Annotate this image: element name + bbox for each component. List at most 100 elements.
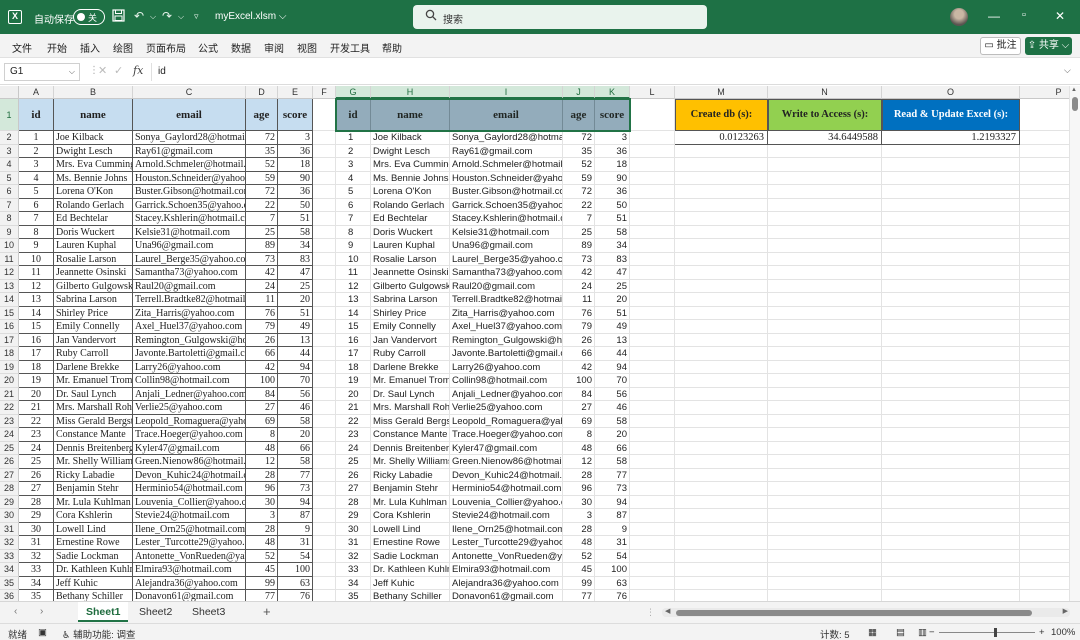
empty-cell[interactable] [630, 428, 675, 442]
table1-cell-name[interactable]: Benjamin Stehr [54, 482, 133, 496]
table2-cell-id[interactable]: 12 [336, 279, 371, 293]
table1-cell-score[interactable]: 76 [278, 590, 313, 601]
table2-cell-age[interactable]: 22 [563, 198, 595, 212]
table1-cell-id[interactable]: 7 [19, 212, 54, 226]
table1-cell-id[interactable]: 22 [19, 414, 54, 428]
empty-cell[interactable] [882, 266, 1020, 280]
table1-cell-id[interactable]: 11 [19, 266, 54, 280]
table2-cell-score[interactable]: 47 [595, 266, 630, 280]
empty-cell[interactable] [630, 576, 675, 590]
table1-cell-email[interactable]: Stacey.Kshlerin@hotmail.com [133, 212, 246, 226]
table2-cell-name[interactable]: Ms. Bennie Johns [371, 171, 450, 185]
empty-cell[interactable] [768, 563, 882, 577]
column-header-a[interactable]: A [19, 86, 54, 99]
table2-cell-age[interactable]: 100 [563, 374, 595, 388]
table2-cell-name[interactable]: Ed Bechtelar [371, 212, 450, 226]
empty-cell[interactable] [882, 374, 1020, 388]
table1-cell-age[interactable]: 73 [246, 252, 278, 266]
empty-cell[interactable] [1020, 347, 1069, 361]
table2-cell-id[interactable]: 32 [336, 549, 371, 563]
empty-cell[interactable] [313, 198, 336, 212]
empty-cell[interactable] [1020, 280, 1069, 293]
table1-cell-email[interactable]: Javonte.Bartoletti@gmail.com [133, 347, 246, 361]
row-header-6[interactable]: 6 [0, 185, 19, 199]
table2-cell-id[interactable]: 31 [336, 536, 371, 550]
table1-cell-id[interactable]: 3 [19, 158, 54, 172]
table2-cell-name[interactable]: Sadie Lockman [371, 549, 450, 563]
column-header-n[interactable]: N [768, 86, 882, 99]
column-header-h[interactable]: H [371, 86, 450, 99]
empty-cell[interactable] [313, 212, 336, 226]
empty-cell[interactable] [675, 522, 768, 536]
empty-cell[interactable] [768, 333, 882, 347]
empty-cell[interactable] [675, 482, 768, 496]
table1-cell-name[interactable]: Ernestine Rowe [54, 536, 133, 550]
table1-cell-email[interactable]: Leopold_Romaguera@yahoo.com [133, 414, 246, 428]
table2-cell-age[interactable]: 48 [563, 536, 595, 550]
empty-cell[interactable] [1020, 482, 1069, 496]
empty-cell[interactable] [675, 563, 768, 577]
column-header-i[interactable]: I [450, 86, 563, 99]
table1-cell-id[interactable]: 27 [19, 482, 54, 496]
empty-cell[interactable] [630, 455, 675, 469]
table2-header-age[interactable]: age [563, 99, 595, 131]
table2-cell-email[interactable]: Elmira93@hotmail.com [450, 563, 563, 577]
empty-cell[interactable] [1020, 469, 1069, 482]
table2-cell-id[interactable]: 30 [336, 522, 371, 536]
table2-cell-age[interactable]: 35 [563, 144, 595, 158]
table1-cell-age[interactable]: 26 [246, 333, 278, 347]
empty-cell[interactable] [630, 212, 675, 226]
table2-cell-score[interactable]: 25 [595, 279, 630, 293]
table2-cell-id[interactable]: 20 [336, 387, 371, 401]
column-header-k[interactable]: K [595, 86, 630, 99]
table2-cell-name[interactable]: Mrs. Eva Cummings [371, 158, 450, 172]
table2-cell-name[interactable]: Rosalie Larson [371, 252, 450, 266]
table2-cell-age[interactable]: 8 [563, 428, 595, 442]
column-header-f[interactable]: F [313, 86, 336, 99]
empty-cell[interactable] [1020, 388, 1069, 401]
table2-cell-name[interactable]: Shirley Price [371, 306, 450, 320]
table2-cell-email[interactable]: Kyler47@gmail.com [450, 441, 563, 455]
empty-cell[interactable] [313, 590, 336, 601]
table1-cell-email[interactable]: Zita_Harris@yahoo.com [133, 306, 246, 320]
table2-cell-age[interactable]: 66 [563, 347, 595, 361]
table1-cell-email[interactable]: Alejandra36@yahoo.com [133, 576, 246, 590]
row-header-10[interactable]: 10 [0, 239, 19, 253]
empty-cell[interactable] [882, 495, 1020, 509]
accessibility-status[interactable]: ♿ 辅助功能: 调查 [62, 627, 135, 640]
table2-cell-score[interactable]: 94 [595, 495, 630, 509]
table2-cell-name[interactable]: Joe Kilback [371, 131, 450, 145]
table2-cell-score[interactable]: 51 [595, 306, 630, 320]
table1-cell-id[interactable]: 15 [19, 320, 54, 334]
table1-cell-email[interactable]: Laurel_Berge35@yahoo.com [133, 252, 246, 266]
table2-cell-id[interactable]: 34 [336, 576, 371, 590]
empty-cell[interactable] [768, 509, 882, 523]
table2-cell-id[interactable]: 1 [336, 131, 371, 145]
table2-cell-age[interactable]: 59 [563, 171, 595, 185]
vertical-scroll-thumb[interactable] [1072, 97, 1078, 111]
empty-cell[interactable] [882, 414, 1020, 428]
table1-cell-email[interactable]: Sonya_Gaylord28@hotmail.com [133, 131, 246, 145]
table1-cell-email[interactable]: Stevie24@hotmail.com [133, 509, 246, 523]
table1-cell-age[interactable]: 30 [246, 495, 278, 509]
sheet-tab-sheet1[interactable]: Sheet1 [78, 602, 129, 622]
table1-cell-email[interactable]: Remington_Gulgowski@hotmail.com [133, 333, 246, 347]
empty-cell[interactable] [768, 482, 882, 496]
empty-cell[interactable] [675, 401, 768, 415]
redo-dropdown-icon[interactable]: ⌵ [178, 12, 184, 22]
table1-cell-score[interactable]: 36 [278, 185, 313, 199]
table1-cell-age[interactable]: 72 [246, 131, 278, 145]
empty-cell[interactable] [768, 549, 882, 563]
empty-cell[interactable] [313, 522, 336, 536]
table2-cell-score[interactable]: 51 [595, 212, 630, 226]
zoom-slider-knob[interactable] [994, 628, 997, 637]
table1-cell-email[interactable]: Green.Nienow86@hotmail.com [133, 455, 246, 469]
empty-cell[interactable] [630, 590, 675, 601]
table1-cell-age[interactable]: 27 [246, 401, 278, 415]
table1-cell-score[interactable]: 54 [278, 549, 313, 563]
table1-cell-id[interactable]: 23 [19, 428, 54, 442]
empty-cell[interactable] [882, 144, 1020, 158]
zoom-level[interactable]: 100% [1051, 627, 1075, 638]
macro-record-icon[interactable]: ▣ [38, 627, 47, 638]
scroll-right-icon[interactable]: ▶ [1063, 607, 1068, 615]
